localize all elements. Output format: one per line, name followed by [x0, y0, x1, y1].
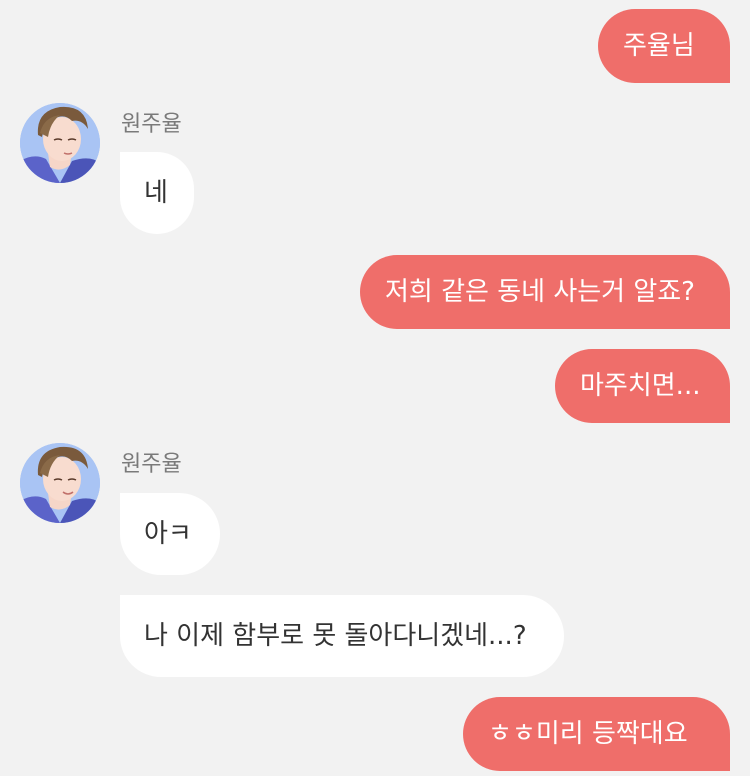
- avatar[interactable]: [20, 443, 100, 523]
- outgoing-message-bubble[interactable]: ㅎㅎ미리 등짝대요: [463, 697, 730, 771]
- outgoing-message-bubble[interactable]: 저희 같은 동네 사는거 알죠?: [360, 255, 730, 329]
- avatar[interactable]: [20, 103, 100, 183]
- message-text: 나 이제 함부로 못 돌아다니겠네...?: [144, 621, 527, 651]
- message-text: 마주치면...: [580, 371, 701, 401]
- message-text: 네: [144, 178, 168, 208]
- message-text: ㅎㅎ미리 등짝대요: [488, 719, 688, 749]
- message-text: 저희 같은 동네 사는거 알죠?: [385, 277, 695, 307]
- incoming-message-bubble[interactable]: 나 이제 함부로 못 돌아다니겠네...?: [120, 595, 564, 677]
- outgoing-message-bubble[interactable]: 마주치면...: [555, 349, 730, 423]
- message-text: 아ㅋ: [144, 519, 192, 549]
- incoming-message-bubble[interactable]: 아ㅋ: [120, 493, 220, 575]
- message-text: 주율님: [623, 31, 695, 61]
- incoming-message-bubble[interactable]: 네: [120, 152, 194, 234]
- illustrated-man-avatar-icon: [20, 103, 100, 183]
- outgoing-message-bubble[interactable]: 주율님: [598, 9, 730, 83]
- sender-name: 원주율: [121, 452, 182, 477]
- sender-name: 원주율: [121, 112, 182, 137]
- illustrated-man-avatar-icon: [20, 443, 100, 523]
